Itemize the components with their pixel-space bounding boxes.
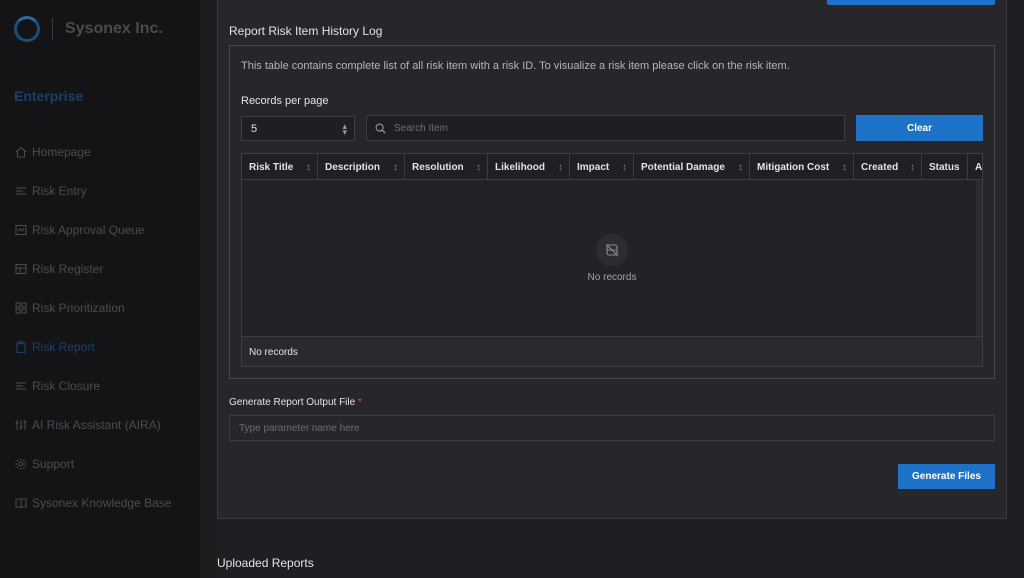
sidebar-item-label: AI Risk Assistant (AIRA) xyxy=(32,417,161,432)
search-icon xyxy=(375,123,386,134)
sidebar-item-label: Risk Approval Queue xyxy=(32,222,145,237)
sidebar-item-label: Risk Closure xyxy=(32,378,101,393)
uploaded-reports-title: Uploaded Reports xyxy=(217,556,314,570)
sidebar-item-label: Risk Entry xyxy=(32,183,87,198)
sidebar-item-homepage[interactable]: Homepage xyxy=(14,132,194,171)
logo-icon xyxy=(14,16,40,42)
report-title: Report Risk Item History Log xyxy=(229,24,383,38)
column-header-mitigation-cost[interactable]: Mitigation Cost ↕ xyxy=(750,154,854,180)
column-header-status[interactable]: Status xyxy=(922,154,968,180)
table-scrollbar[interactable] xyxy=(976,180,982,336)
table-footer: No records xyxy=(242,336,982,366)
required-mark: * xyxy=(357,397,362,408)
column-header-potential-damage[interactable]: Potential Damage ↕ xyxy=(634,154,750,180)
table-header: Risk Title ↕ Description ↕ Resolution ↕ Lik… xyxy=(242,154,982,180)
sidebar-item-knowledge-base[interactable]: Sysonex Knowledge Base xyxy=(14,483,194,522)
records-per-page-label: Records per page xyxy=(241,95,329,107)
column-header-impact[interactable]: Impact ↕ xyxy=(570,154,634,180)
column-header-description[interactable]: Description ↕ xyxy=(318,154,405,180)
report-description: This table contains complete list of all… xyxy=(241,60,790,72)
empty-state: No records xyxy=(242,180,982,336)
sort-icon: ↕ xyxy=(558,161,563,173)
records-per-page-value: 5 xyxy=(251,122,258,135)
brand[interactable]: Sysonex Inc. xyxy=(14,14,163,44)
generate-files-button[interactable]: Generate Files xyxy=(898,464,995,489)
gear-icon xyxy=(14,457,27,470)
main-gutter xyxy=(200,0,216,578)
sidebar-item-risk-report[interactable]: Risk Report xyxy=(14,327,194,366)
output-file-label: Generate Report Output File * xyxy=(229,397,362,408)
search-input[interactable] xyxy=(394,122,834,134)
list-icon xyxy=(14,379,27,392)
sidebar-item-risk-entry[interactable]: Risk Entry xyxy=(14,171,194,210)
sort-icon: ↕ xyxy=(842,161,847,173)
sidebar-item-support[interactable]: Support xyxy=(14,444,194,483)
clipboard-icon xyxy=(14,340,27,353)
select-arrows-icon: ▴ ▾ xyxy=(342,121,347,137)
sidebar-item-risk-prioritization[interactable]: Risk Prioritization xyxy=(14,288,194,327)
sidebar-item-risk-register[interactable]: Risk Register xyxy=(14,249,194,288)
sidebar-item-risk-approval-queue[interactable]: Risk Approval Queue xyxy=(14,210,194,249)
brand-name: Sysonex Inc. xyxy=(65,20,163,37)
sidebar-item-label: Risk Report xyxy=(32,339,95,354)
sort-icon: ↕ xyxy=(622,161,627,173)
sidebar-item-label: Risk Register xyxy=(32,261,104,276)
book-icon xyxy=(14,496,27,509)
column-header-risk-title[interactable]: Risk Title ↕ xyxy=(242,154,318,180)
sort-icon: ↕ xyxy=(393,161,398,173)
column-header-created[interactable]: Created ↕ xyxy=(854,154,922,180)
grid-icon xyxy=(14,301,27,314)
empty-state-text: No records xyxy=(587,271,637,283)
queue-icon xyxy=(14,223,27,236)
sidebar-item-label: Sysonex Knowledge Base xyxy=(32,495,172,510)
clear-button[interactable]: Clear xyxy=(856,115,983,141)
sidebar: Sysonex Inc. Enterprise Homepage Risk En… xyxy=(0,0,200,578)
list-icon xyxy=(14,184,27,197)
sidebar-nav: Homepage Risk Entry Risk Approval Queue … xyxy=(14,132,194,522)
sidebar-section-label: Enterprise xyxy=(14,88,84,104)
column-header-likelihood[interactable]: Likelihood ↕ xyxy=(488,154,570,180)
sort-icon: ↕ xyxy=(476,161,481,173)
no-records-icon xyxy=(596,233,628,266)
column-header-a[interactable]: A xyxy=(968,154,982,180)
output-file-input[interactable] xyxy=(229,415,995,441)
sliders-icon xyxy=(14,418,27,431)
home-icon xyxy=(14,145,27,158)
sort-icon: ↕ xyxy=(306,161,311,173)
brand-divider xyxy=(52,18,53,40)
risk-history-table: Risk Title ↕ Description ↕ Resolution ↕ Lik… xyxy=(241,153,983,367)
table-body: No records xyxy=(242,180,982,336)
sidebar-item-ai-risk-assistant[interactable]: AI Risk Assistant (AIRA) xyxy=(14,405,194,444)
register-icon xyxy=(14,262,27,275)
sidebar-item-label: Support xyxy=(32,456,75,471)
top-button-edge[interactable] xyxy=(827,0,995,5)
search-box[interactable] xyxy=(366,115,845,141)
sidebar-item-label: Risk Prioritization xyxy=(32,300,125,315)
sort-icon: ↕ xyxy=(910,161,915,173)
sidebar-item-risk-closure[interactable]: Risk Closure xyxy=(14,366,194,405)
records-per-page-select[interactable]: 5 ▴ ▾ xyxy=(241,116,355,141)
column-header-resolution[interactable]: Resolution ↕ xyxy=(405,154,488,180)
sort-icon: ↕ xyxy=(738,161,743,173)
sidebar-item-label: Homepage xyxy=(32,144,91,159)
